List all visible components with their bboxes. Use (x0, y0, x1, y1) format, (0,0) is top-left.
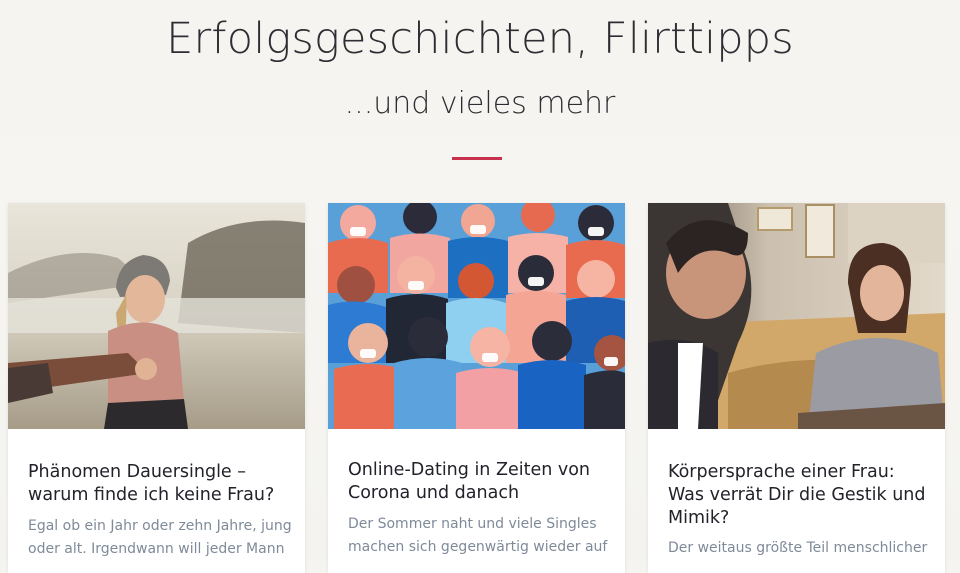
article-card-dauersingle[interactable]: Phänomen Dauersingle – warum finde ich k… (8, 203, 305, 573)
article-image-cafe[interactable] (648, 203, 945, 429)
article-excerpt: Der Sommer naht und viele Singles machen… (348, 516, 608, 555)
page-title: Erfolgsgeschichten, Flirttipps (166, 14, 794, 64)
article-title[interactable]: Körpersprache einer Frau: Was verrät Dir… (668, 461, 930, 530)
article-title[interactable]: Phänomen Dauersingle – warum finde ich k… (28, 461, 290, 507)
article-title[interactable]: Online-Dating in Zeiten von Corona und d… (348, 459, 610, 505)
page-subtitle: ...und vieles mehr (344, 86, 616, 121)
article-image-beach[interactable] (8, 203, 305, 429)
hero-section: Erfolgsgeschichten, Flirttipps ...und vi… (0, 0, 960, 200)
article-image-masks[interactable] (328, 203, 625, 429)
article-card-koerpersprache[interactable]: Körpersprache einer Frau: Was verrät Dir… (648, 203, 945, 573)
accent-divider (452, 157, 502, 160)
article-excerpt: Egal ob ein Jahr oder zehn Jahre, jung o… (28, 518, 292, 557)
article-card-online-dating-corona[interactable]: Online-Dating in Zeiten von Corona und d… (328, 203, 625, 573)
article-excerpt: Der weitaus größte Teil menschlicher (668, 540, 928, 556)
